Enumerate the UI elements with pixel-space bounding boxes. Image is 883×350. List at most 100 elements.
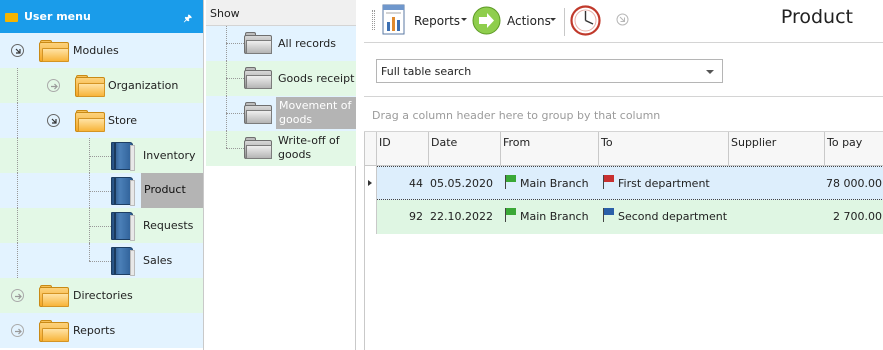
folder-open-icon [39,40,69,62]
pin-icon[interactable]: 🖈 [184,11,192,27]
menu-item-label: Reports [73,324,116,337]
cell-to: First department [618,177,710,190]
flag-blue-icon [603,208,615,222]
menu-item-store[interactable]: Store [0,103,203,138]
menu-item-label: Directories [73,289,133,302]
row-indicator[interactable] [365,200,377,234]
group-by-panel[interactable]: Drag a column header here to group by th… [364,96,883,132]
cell-id: 92 [409,210,423,223]
arrow-right-icon [472,6,501,35]
cell-to-pay: 78 000.00 [826,177,882,190]
menu-item-label-selected: Product [141,173,203,208]
collapse-icon[interactable] [11,44,24,57]
column-header-from[interactable]: From [501,132,599,166]
show-item-all-records[interactable]: All records [206,26,356,61]
group-by-hint: Drag a column header here to group by th… [372,109,661,122]
column-header-supplier[interactable]: Supplier [729,132,825,166]
menu-item-organization[interactable]: Organization [0,68,203,103]
flag-green-icon [505,175,517,189]
menu-item-label: Sales [143,254,173,267]
menu-item-label: Modules [73,44,119,57]
main-area: Reports Actions Product Full table searc… [364,0,883,350]
cell-date: 05.05.2020 [430,177,493,190]
cell-date: 22.10.2022 [430,210,493,223]
chevron-down-icon[interactable] [706,70,714,74]
cell-to-pay: 2 700.00 [833,210,882,223]
report-icon [382,4,405,35]
show-item-goods-receipt[interactable]: Goods receipt [206,61,356,96]
folder-icon [244,102,272,124]
show-item-write-off-of-goods[interactable]: Write-off of goods [206,131,356,166]
label-line: Write-off of [278,134,340,147]
row-indicator[interactable] [365,166,377,200]
column-header-label: Date [431,136,458,149]
cell-from: Main Branch [520,177,589,190]
menu-item-reports[interactable]: Reports [0,313,203,348]
menu-item-label: Store [108,114,138,127]
book-icon [111,177,135,206]
table-row[interactable]: 44 05.05.2020 Main Branch First departme… [377,166,883,200]
folder-icon [75,75,105,97]
menu-item-modules[interactable]: Modules [0,33,203,68]
user-menu-panel: User menu 🖈 Modules Organization Store I… [0,0,204,350]
column-header-date[interactable]: Date [429,132,501,166]
menu-item-sales[interactable]: Sales [0,243,203,278]
folder-icon [244,137,272,159]
show-item-label-selected: Movement of goods [276,97,356,129]
column-header-to[interactable]: To [599,132,729,166]
toolbar-separator [564,8,565,36]
table-row[interactable]: 92 22.10.2022 Main Branch Second departm… [377,200,883,234]
current-row-icon [368,180,372,186]
show-item-movement-of-goods[interactable]: Movement of goods [206,96,356,131]
column-header-label: To pay [827,136,863,149]
menu-item-inventory[interactable]: Inventory [0,138,203,173]
toolbar-grip[interactable] [372,10,375,30]
flag-red-icon [603,175,615,189]
expand-icon[interactable] [616,13,629,26]
folder-icon [244,32,272,54]
menu-item-label: Organization [108,79,179,92]
folder-icon [5,13,18,22]
search-input[interactable]: Full table search [376,59,723,83]
show-item-label: Write-off of goods [278,134,340,162]
column-header-to-pay[interactable]: To pay [825,132,883,166]
column-header-label: To [601,136,613,149]
data-grid: ID Date From To Supplier To pay 44 05.05… [364,132,883,350]
folder-icon [39,320,69,342]
book-icon [111,212,135,241]
toolbar-divider [364,42,883,43]
reports-button[interactable]: Reports [382,4,468,36]
book-icon [111,142,135,171]
menu-item-label: Requests [143,219,194,232]
menu-item-directories[interactable]: Directories [0,278,203,313]
column-header-id[interactable]: ID [377,132,429,166]
folder-icon [39,285,69,307]
grid-corner [365,132,377,166]
flag-green-icon [505,208,517,222]
search-input-value: Full table search [381,65,472,78]
actions-button-label: Actions [507,14,551,28]
actions-button[interactable]: Actions [472,6,556,36]
column-header-label: From [503,136,531,149]
cell-id: 44 [409,177,423,190]
timer-icon[interactable] [570,5,601,36]
dropdown-arrow-icon [550,18,556,21]
page-title: Product [780,6,853,28]
label-line: Movement of [279,99,352,112]
label-line: goods [278,148,312,161]
show-item-label: Goods receipt [278,72,355,85]
menu-item-requests[interactable]: Requests [0,208,203,243]
folder-open-icon [75,110,105,132]
expand-icon[interactable] [11,289,24,302]
cell-to: Second department [618,210,728,223]
menu-item-label: Inventory [143,149,196,162]
collapse-icon[interactable] [47,114,60,127]
user-menu-title: User menu [24,10,91,23]
expand-icon[interactable] [11,324,24,337]
expand-icon[interactable] [47,79,60,92]
label-line: goods [279,113,313,126]
show-header-label: Show [210,7,240,20]
folder-icon [244,67,272,89]
dropdown-arrow-icon [461,18,467,21]
menu-item-product[interactable]: Product [0,173,203,208]
